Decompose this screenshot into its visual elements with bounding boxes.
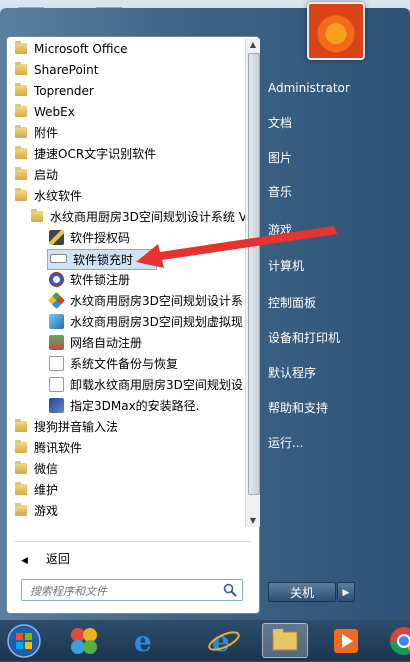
all-programs-list: Microsoft Office SharePoint Toprender We… xyxy=(7,37,245,529)
list-item[interactable]: 附件 xyxy=(15,123,58,144)
folder-icon xyxy=(15,188,27,201)
list-item[interactable]: SharePoint xyxy=(15,60,98,81)
file-explorer-icon[interactable] xyxy=(262,623,308,658)
search-box[interactable] xyxy=(21,579,243,601)
back-button[interactable]: ◀ 返回 xyxy=(21,549,70,569)
3dmax-icon xyxy=(49,398,64,413)
user-name-link[interactable]: Administrator xyxy=(268,76,350,100)
search-icon[interactable] xyxy=(222,582,238,598)
devices-printers-link[interactable]: 设备和打印机 xyxy=(268,326,340,350)
folder-icon xyxy=(15,125,27,138)
list-item[interactable]: 网络自动注册 xyxy=(49,333,142,354)
start-menu: Microsoft Office SharePoint Toprender We… xyxy=(0,2,410,620)
search-input[interactable] xyxy=(28,582,212,600)
music-link[interactable]: 音乐 xyxy=(268,180,292,204)
document-icon xyxy=(49,377,64,392)
folder-icon xyxy=(15,83,27,96)
default-programs-link[interactable]: 默认程序 xyxy=(268,361,316,385)
list-item[interactable]: 启动 xyxy=(15,165,58,186)
list-item[interactable]: 软件锁注册 xyxy=(49,270,130,291)
folder-icon xyxy=(15,503,27,516)
help-support-link[interactable]: 帮助和支持 xyxy=(268,396,328,420)
list-item[interactable]: WebEx xyxy=(15,102,75,123)
list-item[interactable]: 软件授权码 xyxy=(49,228,130,249)
list-item[interactable]: 搜狗拼音输入法 xyxy=(15,417,118,438)
run-link[interactable]: 运行... xyxy=(268,431,303,455)
scroll-down-icon[interactable]: ▼ xyxy=(246,515,260,527)
folder-icon xyxy=(15,440,27,453)
list-item[interactable]: 游戏 xyxy=(15,501,58,522)
list-item-selected[interactable]: 软件锁充时 xyxy=(47,249,157,270)
folder-icon xyxy=(15,62,27,75)
list-item[interactable]: 水纹商用厨房3D空间规划设计系统 V xyxy=(31,207,245,228)
control-panel-link[interactable]: 控制面板 xyxy=(268,291,316,315)
shutdown-options-icon[interactable]: ▶ xyxy=(337,582,355,602)
list-item[interactable]: Microsoft Office xyxy=(15,39,127,60)
programs-pane: Microsoft Office SharePoint Toprender We… xyxy=(6,36,260,614)
list-item[interactable]: 捷速OCR文字识别软件 xyxy=(15,144,156,165)
user-picture[interactable] xyxy=(307,2,365,60)
folder-icon xyxy=(15,146,27,159)
vr-app-icon xyxy=(49,314,64,329)
folder-icon xyxy=(15,41,27,54)
taskbar: e e xyxy=(0,620,410,661)
folder-icon xyxy=(15,167,27,180)
list-item[interactable]: 水纹软件 xyxy=(15,186,82,207)
chrome-icon[interactable] xyxy=(386,623,410,658)
ie-browser-icon[interactable]: e xyxy=(128,623,164,658)
computer-link[interactable]: 计算机 xyxy=(268,254,304,278)
folder-icon xyxy=(15,104,27,117)
key-icon xyxy=(49,230,64,245)
folder-icon xyxy=(15,419,27,432)
pinwheel-app-icon[interactable] xyxy=(66,623,102,658)
start-orb-icon[interactable] xyxy=(6,623,42,658)
shutdown-button[interactable]: 关机 xyxy=(268,582,336,602)
register-icon xyxy=(49,272,64,287)
svg-text:e: e xyxy=(212,625,230,658)
programs-scrollbar[interactable]: ▲ ▼ xyxy=(245,39,260,527)
documents-link[interactable]: 文档 xyxy=(268,111,292,135)
folder-icon xyxy=(31,209,43,222)
folder-icon xyxy=(15,461,27,474)
divider xyxy=(15,541,251,542)
back-triangle-icon: ◀ xyxy=(21,556,28,566)
list-item[interactable]: 水纹商用厨房3D空间规划虚拟现 xyxy=(49,312,243,333)
games-link[interactable]: 游戏 xyxy=(268,218,292,242)
ie-browser-icon[interactable]: e xyxy=(206,623,242,658)
svg-text:e: e xyxy=(134,625,152,658)
pictures-link[interactable]: 图片 xyxy=(268,146,292,170)
document-icon xyxy=(49,356,64,371)
list-item[interactable]: 腾讯软件 xyxy=(15,438,82,459)
network-icon xyxy=(49,335,64,350)
list-item[interactable]: Toprender xyxy=(15,81,94,102)
dongle-icon xyxy=(50,254,67,263)
list-item[interactable]: 维护 xyxy=(15,480,58,501)
folder-icon xyxy=(15,482,27,495)
list-item[interactable]: 卸载水纹商用厨房3D空间规划设 xyxy=(49,375,243,396)
scrollbar-thumb[interactable] xyxy=(248,53,260,495)
list-item[interactable]: 系统文件备份与恢复 xyxy=(49,354,178,375)
list-item[interactable]: 水纹商用厨房3D空间规划设计系 xyxy=(48,291,243,312)
scroll-up-icon[interactable]: ▲ xyxy=(246,39,260,51)
list-item[interactable]: 微信 xyxy=(15,459,58,480)
list-item[interactable]: 指定3DMax的安装路径. xyxy=(49,396,200,417)
media-player-icon[interactable] xyxy=(328,623,364,658)
app-icon xyxy=(48,292,65,309)
